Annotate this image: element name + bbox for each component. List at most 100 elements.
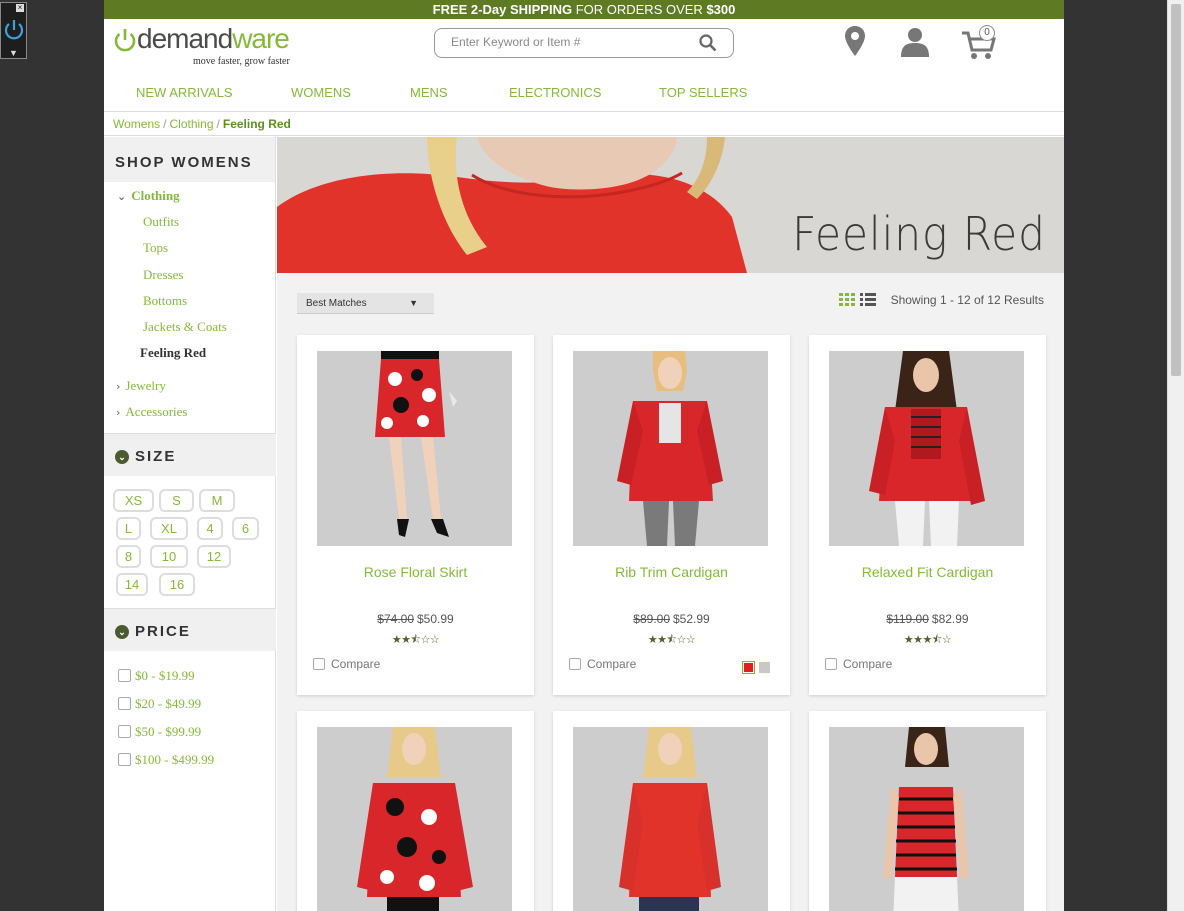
breadcrumb-current: Feeling Red xyxy=(222,117,291,131)
category-tops[interactable]: Tops xyxy=(143,240,168,256)
sidebar: SHOP WOMENS ⌄ Clothing Outfits Tops Dress… xyxy=(104,137,276,911)
size-refinement-heading[interactable]: ⌄ SIZE xyxy=(104,433,276,476)
price-filter-50-99[interactable]: $50 - $99.99 xyxy=(118,724,201,740)
price-filter-100-499[interactable]: $100 - $499.99 xyxy=(118,752,214,768)
page-scrollbar[interactable] xyxy=(1167,0,1184,911)
breadcrumb-clothing[interactable]: Clothing xyxy=(169,117,213,131)
checkbox[interactable] xyxy=(118,697,131,710)
price-filter-label: $0 - $19.99 xyxy=(135,668,195,683)
close-icon[interactable]: × xyxy=(16,4,24,12)
category-accessories[interactable]: › Accessories xyxy=(116,404,188,420)
category-clothing[interactable]: ⌄ Clothing xyxy=(117,188,180,204)
size-14[interactable]: 14 xyxy=(116,573,148,596)
category-accessories-label: Accessories xyxy=(125,404,188,419)
size-s[interactable]: S xyxy=(159,489,194,512)
checkbox[interactable] xyxy=(313,658,325,670)
logo-tagline: move faster, grow faster xyxy=(193,56,290,67)
sort-selected-value: Best Matches xyxy=(306,298,367,309)
color-swatch-gray[interactable] xyxy=(759,662,770,673)
store-locator-icon[interactable] xyxy=(844,25,866,57)
sort-select[interactable]: Best Matches ▼ xyxy=(297,293,434,314)
power-icon[interactable] xyxy=(3,18,25,47)
category-outfits[interactable]: Outfits xyxy=(143,214,179,230)
product-tile[interactable] xyxy=(553,711,790,911)
product-tile[interactable]: Rib Trim Cardigan $89.00 $52.99 ★★⯪☆☆ Com… xyxy=(553,335,790,695)
product-tile[interactable] xyxy=(297,711,534,911)
product-image-striped-tank xyxy=(829,727,1024,911)
price-filter-label: $20 - $49.99 xyxy=(135,696,202,711)
nav-top-sellers[interactable]: TOP SELLERS xyxy=(659,85,747,100)
scrollbar-thumb[interactable] xyxy=(1171,4,1181,376)
size-m[interactable]: M xyxy=(199,489,235,512)
size-xs[interactable]: XS xyxy=(113,489,154,512)
category-jewelry[interactable]: › Jewelry xyxy=(116,378,166,394)
compare-checkbox[interactable]: Compare xyxy=(569,657,636,671)
category-feeling-red[interactable]: Feeling Red xyxy=(140,345,206,361)
checkbox[interactable] xyxy=(118,669,131,682)
size-8[interactable]: 8 xyxy=(116,545,141,568)
rating-stars: ★★⯪☆☆ xyxy=(391,633,440,646)
rating-stars: ★★⯪☆☆ xyxy=(647,633,696,646)
cart-count-badge: 0 xyxy=(979,25,995,41)
page: FREE 2-Day SHIPPING FOR ORDERS OVER $300… xyxy=(104,0,1064,911)
swatch-fill xyxy=(744,663,753,672)
original-price: $89.00 xyxy=(633,612,670,626)
user-account-icon[interactable] xyxy=(900,27,930,57)
search-icon[interactable] xyxy=(699,34,717,52)
product-image[interactable] xyxy=(317,727,512,911)
product-image[interactable] xyxy=(829,727,1024,911)
price-refinement-heading[interactable]: ⌄ PRICE xyxy=(104,608,276,651)
product-image[interactable] xyxy=(829,351,1024,546)
nav-electronics[interactable]: ELECTRONICS xyxy=(509,85,601,100)
size-6[interactable]: 6 xyxy=(232,517,259,540)
compare-checkbox[interactable]: Compare xyxy=(313,657,380,671)
checkbox[interactable] xyxy=(569,658,581,670)
product-price: $74.00 $50.99 xyxy=(297,612,534,626)
breadcrumb-womens[interactable]: Womens xyxy=(113,117,160,131)
nav-new-arrivals[interactable]: NEW ARRIVALS xyxy=(136,85,233,100)
product-name[interactable]: Rib Trim Cardigan xyxy=(553,564,790,580)
breadcrumb-separator: / xyxy=(163,117,167,131)
product-tile[interactable] xyxy=(809,711,1046,911)
cart-button[interactable]: 0 xyxy=(961,25,1001,60)
product-tile[interactable]: Rose Floral Skirt $74.00 $50.99 ★★⯪☆☆ Com… xyxy=(297,335,534,695)
dropdown-arrow-icon[interactable]: ▼ xyxy=(9,48,18,58)
category-banner: Feeling Red xyxy=(277,137,1064,273)
nav-mens[interactable]: MENS xyxy=(410,85,448,100)
size-10[interactable]: 10 xyxy=(150,545,188,568)
category-jackets-coats[interactable]: Jackets & Coats xyxy=(143,319,227,335)
search-box[interactable] xyxy=(434,28,734,58)
nav-womens[interactable]: WOMENS xyxy=(291,85,351,100)
product-tile[interactable]: Relaxed Fit Cardigan $119.00 $82.99 ★★★⯪☆… xyxy=(809,335,1046,695)
color-swatch-red[interactable] xyxy=(742,661,755,674)
product-image-relaxed-cardigan xyxy=(829,351,1024,546)
product-name[interactable]: Relaxed Fit Cardigan xyxy=(809,564,1046,580)
extension-widget[interactable]: × ▼ xyxy=(0,2,27,59)
compare-checkbox[interactable]: Compare xyxy=(825,657,892,671)
price-filter-20-49[interactable]: $20 - $49.99 xyxy=(118,696,201,712)
checkbox[interactable] xyxy=(118,753,131,766)
product-image[interactable] xyxy=(573,727,768,911)
size-16[interactable]: 16 xyxy=(159,573,195,596)
size-xl[interactable]: XL xyxy=(150,517,188,540)
product-image[interactable] xyxy=(573,351,768,546)
category-bottoms[interactable]: Bottoms xyxy=(143,293,187,309)
list-view-icon[interactable] xyxy=(860,293,876,306)
product-image[interactable] xyxy=(317,351,512,546)
compare-label: Compare xyxy=(587,657,637,671)
checkbox[interactable] xyxy=(118,725,131,738)
size-12[interactable]: 12 xyxy=(197,545,231,568)
size-l[interactable]: L xyxy=(116,517,141,540)
product-name[interactable]: Rose Floral Skirt xyxy=(297,564,534,580)
search-input[interactable] xyxy=(451,35,681,49)
size-4[interactable]: 4 xyxy=(197,517,223,540)
breadcrumb-separator: / xyxy=(216,117,220,131)
compare-label: Compare xyxy=(843,657,893,671)
rating-stars: ★★★⯪☆ xyxy=(903,633,952,646)
grid-view-icon[interactable] xyxy=(839,293,855,306)
price-filter-0-19[interactable]: $0 - $19.99 xyxy=(118,668,195,684)
chevron-down-circle-icon: ⌄ xyxy=(115,625,129,639)
original-price: $74.00 xyxy=(377,612,414,626)
category-dresses[interactable]: Dresses xyxy=(143,267,183,283)
checkbox[interactable] xyxy=(825,658,837,670)
